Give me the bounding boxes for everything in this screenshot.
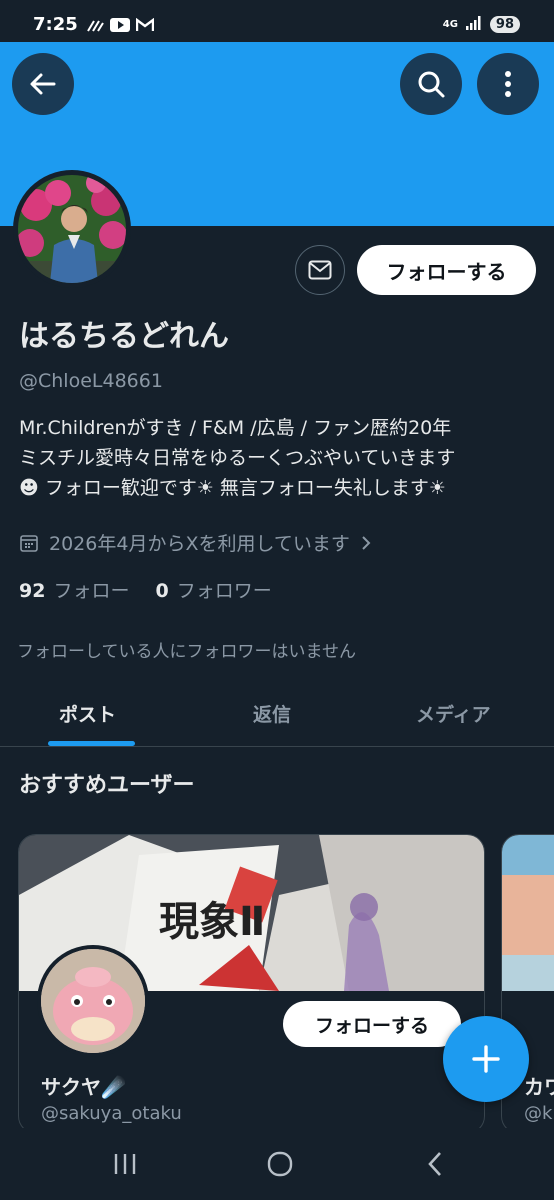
search-button[interactable] (400, 53, 462, 115)
followers-count: 0 (155, 580, 169, 602)
card-user-name: サクヤ☄️ (41, 1075, 126, 1099)
youtube-icon (110, 17, 130, 36)
bio-line: ☻ フォロー歓迎です☀︎ 無言フォロー失礼します☀︎ (19, 477, 446, 499)
profile-tabs: ポスト 返信 メディア (0, 680, 554, 747)
search-icon (418, 71, 445, 98)
tab-media[interactable]: メディア (416, 700, 491, 727)
display-name: はるちるどれん (19, 319, 229, 354)
card-follow-button[interactable]: フォローする (283, 1001, 461, 1047)
following-label: フォロー (53, 580, 130, 602)
gmail-icon (135, 17, 155, 36)
tab-posts[interactable]: ポスト (59, 700, 116, 727)
followers-link[interactable]: 0 フォロワー (155, 576, 271, 603)
battery-indicator: 98 (489, 16, 520, 33)
more-button[interactable] (477, 53, 539, 115)
chevron-left-icon (428, 1152, 441, 1176)
recent-apps-icon (114, 1154, 136, 1174)
home-circle-icon (267, 1151, 293, 1177)
card-user-handle: @k (524, 1103, 553, 1124)
bio-line: Mr.Childrenがすき / F&M /広島 / ファン歴約20年 (19, 417, 452, 439)
profile-bio: Mr.Childrenがすき / F&M /広島 / ファン歴約20年 ミスチル… (19, 413, 549, 503)
user-handle: @ChloeL48661 (19, 370, 163, 392)
card-user-handle: @sakuya_otaku (41, 1103, 182, 1124)
active-tab-indicator (48, 741, 135, 746)
following-link[interactable]: 92 フォロー (19, 576, 129, 603)
arrow-left-icon (30, 73, 56, 95)
compose-post-button[interactable] (443, 1016, 529, 1102)
following-count: 92 (19, 580, 46, 602)
more-vertical-icon (505, 71, 511, 97)
tab-replies[interactable]: 返信 (253, 700, 291, 727)
follow-stats: 92 フォロー 0 フォロワー (19, 576, 272, 603)
status-time: 7:25 (33, 14, 78, 35)
no-mutual-followers-note: フォローしている人にフォロワーはいません (17, 642, 356, 662)
recent-apps-button[interactable] (105, 1148, 145, 1180)
calendar-icon (20, 534, 38, 552)
cell-signal-icon (465, 15, 482, 34)
card-banner-image (502, 835, 554, 991)
recommended-users-title: おすすめユーザー (19, 773, 195, 798)
bio-line: ミスチル愛時々日常をゆるーくつぶやいていきます (19, 447, 456, 469)
joined-date[interactable]: 2026年4月からXを利用しています (19, 529, 372, 556)
avatar-image (18, 175, 126, 283)
message-button[interactable] (295, 245, 345, 295)
status-bar: 7:25 4G 98 (0, 0, 554, 42)
signal-stripes-icon (86, 17, 104, 36)
card-user-name: カワ (524, 1075, 554, 1099)
profile-avatar[interactable] (13, 170, 131, 288)
svg-text:現象Ⅱ: 現象Ⅱ (159, 899, 265, 945)
system-back-button[interactable] (415, 1148, 455, 1180)
network-type: 4G (442, 18, 458, 30)
chevron-right-icon (362, 535, 371, 550)
joined-text: 2026年4月からXを利用しています (49, 533, 350, 555)
back-button[interactable] (12, 53, 74, 115)
system-navigation-bar (0, 1128, 554, 1200)
home-button[interactable] (260, 1148, 300, 1180)
plus-icon (472, 1045, 500, 1073)
card-avatar[interactable] (37, 945, 149, 1057)
recommended-user-card[interactable]: 現象Ⅱ フォローする サクヤ☄️ @sakuya_otaku (18, 834, 485, 1134)
follow-button[interactable]: フォローする (357, 245, 536, 295)
mail-icon (308, 260, 332, 280)
followers-label: フォロワー (176, 580, 272, 602)
card-avatar-image (41, 949, 145, 1053)
